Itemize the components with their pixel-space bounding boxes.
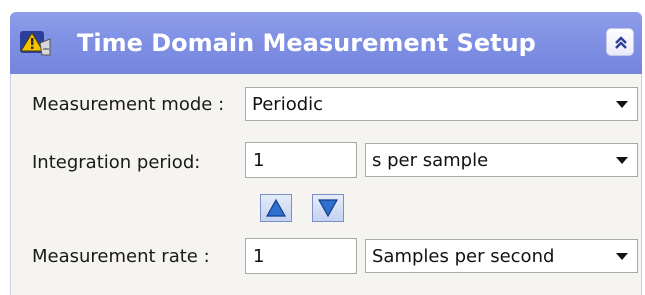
panel-title: Time Domain Measurement Setup [77, 29, 536, 57]
collapse-button[interactable] [606, 28, 634, 56]
chevron-down-icon [616, 157, 628, 164]
integration-period-input[interactable]: 1 [245, 142, 357, 178]
time-domain-measurement-panel: Time Domain Measurement Setup Measuremen… [0, 0, 645, 295]
decrement-button[interactable] [312, 194, 344, 222]
increment-button[interactable] [260, 194, 292, 222]
measurement-rate-input[interactable]: 1 [245, 238, 357, 274]
double-chevron-up-icon [615, 36, 627, 49]
integration-period-unit-select[interactable]: s per sample [365, 143, 638, 177]
measurement-setup-icon [18, 27, 52, 57]
chevron-down-icon [616, 101, 628, 108]
measurement-rate-unit-select[interactable]: Samples per second [365, 239, 638, 273]
chevron-down-icon [616, 253, 628, 260]
measurement-rate-unit-value: Samples per second [372, 246, 555, 267]
measurement-rate-value: 1 [253, 246, 265, 267]
arrow-down-icon [317, 199, 339, 218]
integration-period-value: 1 [253, 150, 265, 171]
measurement-mode-label: Measurement mode : [32, 94, 225, 115]
arrow-up-icon [265, 198, 287, 217]
measurement-rate-label: Measurement rate : [32, 246, 210, 267]
measurement-mode-value: Periodic [252, 94, 324, 115]
integration-period-unit-value: s per sample [372, 150, 489, 171]
panel-header: Time Domain Measurement Setup [10, 12, 642, 74]
integration-period-label: Integration period: [32, 152, 201, 173]
measurement-mode-select[interactable]: Periodic [245, 87, 638, 121]
